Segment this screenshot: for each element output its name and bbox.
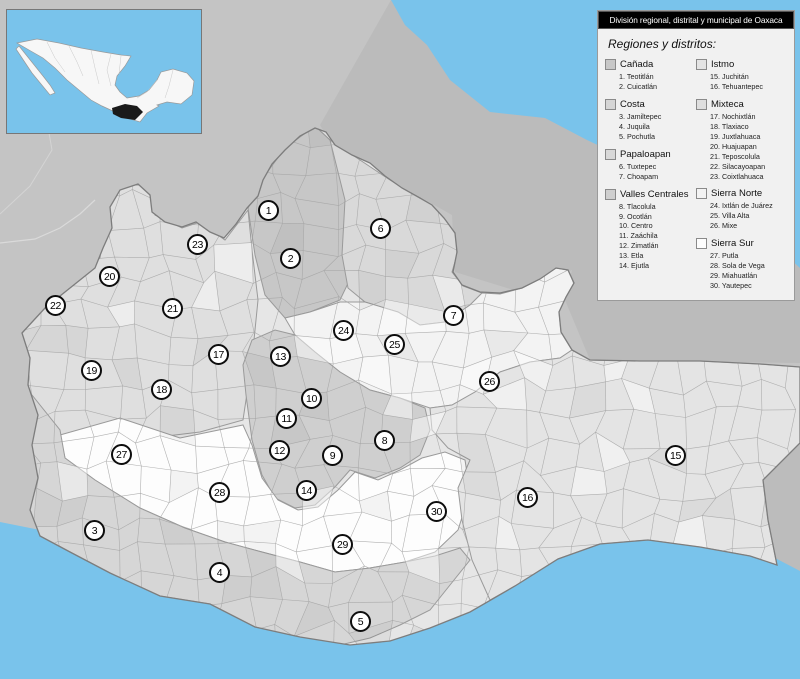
district-list-item: 16. Tehuantepec (710, 82, 787, 92)
district-list-item: 11. Zaáchila (619, 231, 696, 241)
district-list-item: 20. Huajuapan (710, 142, 787, 152)
legend-group-header: Valles Centrales (605, 189, 696, 200)
district-list-item: 19. Juxtlahuaca (710, 132, 787, 142)
region-color-swatch (696, 59, 707, 70)
region-color-swatch (605, 99, 616, 110)
legend-title: División regional, distrital y municipal… (598, 11, 794, 29)
district-list-item: 10. Centro (619, 221, 696, 231)
district-list-item: 15. Juchitán (710, 72, 787, 82)
legend-group-header: Costa (605, 99, 696, 110)
district-list: 15. Juchitán16. Tehuantepec (696, 72, 787, 92)
district-list-item: 18. Tlaxiaco (710, 122, 787, 132)
legend-group-istmo: Istmo 15. Juchitán16. Tehuantepec (696, 59, 787, 92)
district-list-item: 3. Jamiltepec (619, 112, 696, 122)
district-list-item: 4. Juquila (619, 122, 696, 132)
district-list-item: 8. Tlacolula (619, 202, 696, 212)
district-list: 8. Tlacolula9. Ocotlán10. Centro11. Zaác… (605, 202, 696, 272)
legend-group-header: Sierra Sur (696, 238, 787, 249)
district-list-item: 12. Zimatlán (619, 241, 696, 251)
legend-subtitle: Regiones y distritos: (608, 37, 787, 51)
region-color-swatch (696, 238, 707, 249)
district-list-item: 27. Putla (710, 251, 787, 261)
district-list-item: 13. Etla (619, 251, 696, 261)
district-list-item: 14. Ejutla (619, 261, 696, 271)
district-list-item: 2. Cuicatlán (619, 82, 696, 92)
region-name: Sierra Norte (711, 188, 762, 199)
region-color-swatch (696, 188, 707, 199)
district-list-item: 5. Pochutla (619, 132, 696, 142)
district-list-item: 25. Villa Alta (710, 211, 787, 221)
region-name: Valles Centrales (620, 189, 688, 200)
region-name: Sierra Sur (711, 238, 754, 249)
legend-group-cañada: Cañada 1. Teotitlán2. Cuicatlán (605, 59, 696, 92)
mexico-inset-map (6, 9, 202, 134)
district-list-item: 28. Sola de Vega (710, 261, 787, 271)
legend-group-costa: Costa 3. Jamiltepec4. Juquila5. Pochutla (605, 99, 696, 142)
district-list-item: 6. Tuxtepec (619, 162, 696, 172)
district-list-item: 29. Miahuatlán (710, 271, 787, 281)
district-list-item: 30. Yautepec (710, 281, 787, 291)
district-list-item: 21. Teposcolula (710, 152, 787, 162)
district-list-item: 24. Ixtlán de Juárez (710, 201, 787, 211)
district-list-item: 17. Nochixtlán (710, 112, 787, 122)
legend-column-right: Istmo 15. Juchitán16. Tehuantepec Mixteca 1… (696, 59, 787, 298)
district-list-item: 9. Ocotlán (619, 212, 696, 222)
legend-group-valles-centrales: Valles Centrales 8. Tlacolula9. Ocotlán10… (605, 189, 696, 272)
legend-group-header: Papaloapan (605, 149, 696, 160)
district-list-item: 1. Teotitlán (619, 72, 696, 82)
district-list-item: 7. Choapam (619, 172, 696, 182)
district-list: 24. Ixtlán de Juárez25. Villa Alta26. Mi… (696, 201, 787, 231)
legend-body: Regiones y distritos: Cañada 1. Teotitlán… (598, 29, 794, 300)
legend-column-left: Cañada 1. Teotitlán2. Cuicatlán Costa 3. Ja… (605, 59, 696, 298)
region-color-swatch (696, 99, 707, 110)
region-name: Cañada (620, 59, 653, 70)
legend-group-papaloapan: Papaloapan 6. Tuxtepec7. Choapam (605, 149, 696, 182)
legend-columns: Cañada 1. Teotitlán2. Cuicatlán Costa 3. Ja… (605, 59, 787, 298)
district-list: 6. Tuxtepec7. Choapam (605, 162, 696, 182)
legend-group-header: Sierra Norte (696, 188, 787, 199)
legend-group-header: Mixteca (696, 99, 787, 110)
region-color-swatch (605, 189, 616, 200)
region-color-swatch (605, 149, 616, 160)
legend-group-mixteca: Mixteca 17. Nochixtlán18. Tlaxiaco19. Jux… (696, 99, 787, 182)
district-list-item: 22. Silacayoapan (710, 162, 787, 172)
mexico-inset-canvas (7, 10, 201, 133)
district-list: 27. Putla28. Sola de Vega29. Miahuatlán3… (696, 251, 787, 291)
region-name: Costa (620, 99, 645, 110)
region-name: Mixteca (711, 99, 744, 110)
legend-group-header: Istmo (696, 59, 787, 70)
region-name: Papaloapan (620, 149, 671, 160)
legend-group-header: Cañada (605, 59, 696, 70)
legend-group-sierra-norte: Sierra Norte 24. Ixtlán de Juárez25. Vill… (696, 188, 787, 231)
municipal-boundary-line (66, 325, 88, 358)
district-list: 17. Nochixtlán18. Tlaxiaco19. Juxtlahuac… (696, 112, 787, 182)
district-list: 1. Teotitlán2. Cuicatlán (605, 72, 696, 92)
district-list-item: 26. Mixe (710, 221, 787, 231)
oaxaca-region-map: 1234567891011121314151617181920212223242… (0, 0, 800, 679)
region-name: Istmo (711, 59, 734, 70)
district-list: 3. Jamiltepec4. Juquila5. Pochutla (605, 112, 696, 142)
region-color-swatch (605, 59, 616, 70)
district-list-item: 23. Coixtlahuaca (710, 172, 787, 182)
legend-group-sierra-sur: Sierra Sur 27. Putla28. Sola de Vega29. M… (696, 238, 787, 291)
legend-panel: División regional, distrital y municipal… (597, 10, 795, 301)
